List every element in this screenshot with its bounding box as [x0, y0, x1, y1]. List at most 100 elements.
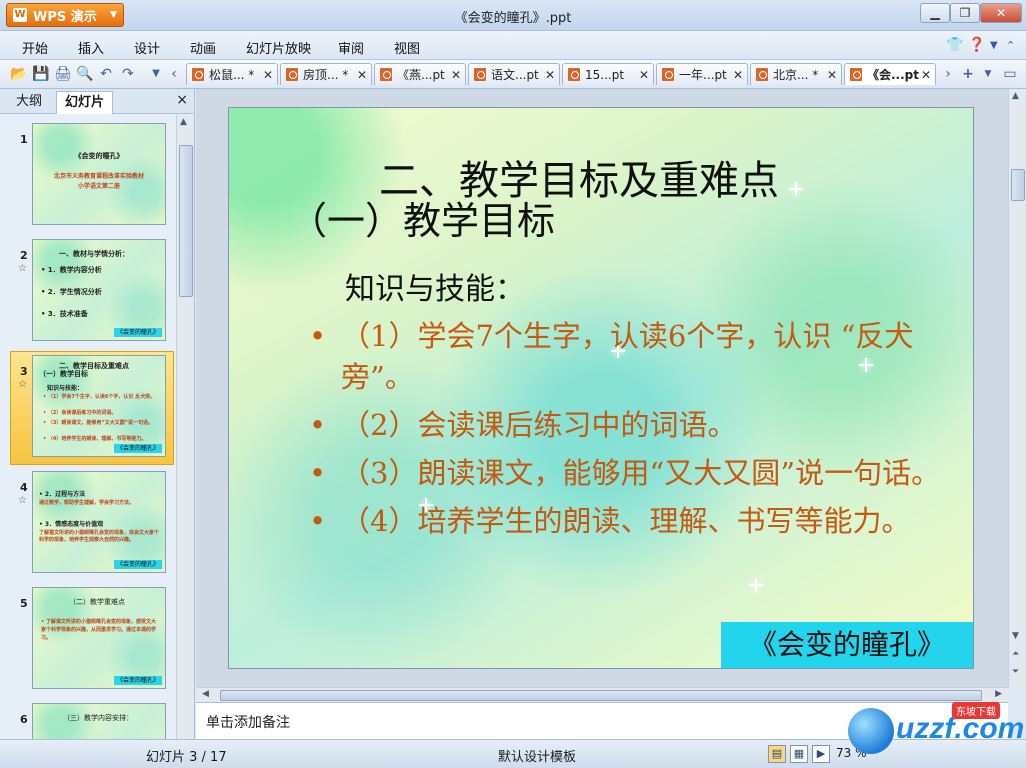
ppt-file-icon: [286, 68, 298, 81]
sparkle-decoration: [789, 182, 803, 196]
quick-toolbar: 📂 💾 🖨 🔍 ↶ ↷ ▼ ‹ 松鼠... * ✕ 房顶... * ✕ 《燕..…: [0, 60, 1026, 89]
restore-button[interactable]: ❐: [950, 3, 980, 23]
menu-bar: 开始 插入 设计 动画 幻灯片放映 审阅 视图 👕 ❓ ▼ ⌃: [0, 31, 1026, 60]
close-icon[interactable]: ✕: [827, 64, 837, 86]
thumbnail-image[interactable]: 《会变的瞳孔》 北京市义务教育课程改革实验教材 小学语文第二册: [32, 123, 166, 225]
close-icon[interactable]: ✕: [451, 64, 461, 86]
thumb-text: 通过教学，帮助学生理解，学会学习方法。: [39, 500, 135, 506]
doc-tab-7[interactable]: 北京... * ✕: [750, 63, 842, 85]
close-icon[interactable]: ✕: [545, 64, 555, 86]
globe-icon: [848, 708, 894, 754]
thumb-text: 知识与技能：: [47, 385, 84, 392]
close-icon[interactable]: ✕: [921, 64, 931, 86]
lesson-title-badge[interactable]: 《会变的瞳孔》: [721, 622, 973, 668]
scroll-right-icon[interactable]: ▶: [995, 689, 1002, 699]
thumb-text: 《会变的瞳孔》: [74, 152, 124, 160]
doc-tab-2[interactable]: 房顶... * ✕: [280, 63, 372, 85]
scroll-tabs-right-icon[interactable]: ›: [940, 66, 956, 82]
title-bar: W WPS 演示 ▼ 《会变的瞳孔》.ppt ▁ ❐ ✕: [0, 0, 1026, 31]
undo-icon[interactable]: ↶: [98, 66, 114, 82]
previous-slide-icon[interactable]: ⏶: [1012, 649, 1019, 659]
scroll-left-icon[interactable]: ◀: [202, 689, 209, 699]
menu-insert[interactable]: 插入: [78, 38, 104, 57]
chevron-down-icon[interactable]: ▼: [148, 66, 164, 82]
menu-review[interactable]: 审阅: [338, 38, 364, 57]
watermark-tag: 东坡下载: [952, 702, 1000, 719]
slides-pane: 大纲 幻灯片 × 1 《会变的瞳孔》 北京市义务教育课程改革实验教材 小学语文第…: [0, 89, 195, 739]
close-icon[interactable]: ✕: [639, 64, 649, 86]
close-window-button[interactable]: ✕: [980, 3, 1022, 23]
doc-tab-5[interactable]: 15...pt ✕: [562, 63, 654, 85]
print-preview-icon[interactable]: 🔍: [76, 66, 93, 82]
thumb-text: 一、教材与学情分析：: [59, 250, 129, 258]
menu-slideshow[interactable]: 幻灯片放映: [246, 38, 311, 57]
doc-tab-4[interactable]: 语文...pt ✕: [468, 63, 560, 85]
close-icon[interactable]: ×: [176, 92, 188, 108]
new-tab-icon[interactable]: +: [960, 66, 976, 82]
slideshow-icon[interactable]: ▶: [812, 745, 830, 763]
thumb-text: • （3）朗读课文，能够用“又大又圆”说一句话。: [43, 420, 153, 426]
menu-home[interactable]: 开始: [22, 38, 48, 57]
scroll-up-icon[interactable]: ▲: [180, 117, 187, 127]
minimize-button[interactable]: ▁: [920, 3, 950, 23]
close-icon[interactable]: ✕: [733, 64, 743, 86]
scrollbar-thumb[interactable]: [179, 145, 193, 297]
site-watermark-logo: uzzf.com 东坡下载: [846, 700, 1024, 764]
tab-outline[interactable]: 大纲: [8, 91, 50, 113]
slide-subtitle[interactable]: （一）教学目标: [289, 190, 555, 245]
normal-view-icon[interactable]: ▤: [768, 745, 786, 763]
slide-editing-canvas[interactable]: 二、教学目标及重难点 （一）教学目标 知识与技能： （1）学会7个生字，认读6个…: [196, 89, 1008, 687]
next-slide-icon[interactable]: ⏷: [1012, 667, 1019, 677]
doc-tab-3[interactable]: 《燕...pt ✕: [374, 63, 466, 85]
doc-tab-label: 一年...pt: [679, 68, 727, 82]
scroll-up-icon[interactable]: ▲: [1012, 91, 1019, 101]
skin-icon[interactable]: 👕: [946, 37, 963, 53]
close-icon[interactable]: ✕: [263, 64, 273, 86]
close-icon[interactable]: ✕: [357, 64, 367, 86]
doc-tab-6[interactable]: 一年...pt ✕: [656, 63, 748, 85]
tab-slides[interactable]: 幻灯片: [56, 91, 114, 114]
scroll-tabs-left-icon[interactable]: ‹: [166, 66, 182, 82]
scrollbar-thumb[interactable]: [1011, 169, 1025, 201]
thumb-badge: 《会变的瞳孔》: [113, 560, 162, 569]
menu-design[interactable]: 设计: [134, 38, 160, 57]
chevron-down-icon[interactable]: ▼: [990, 40, 998, 51]
thumb-text: • （4）培养学生的朗读、理解、书写等能力。: [43, 436, 147, 442]
doc-tab-1[interactable]: 松鼠... * ✕: [186, 63, 278, 85]
ppt-file-icon: [756, 68, 768, 81]
thumbnail-image[interactable]: 二、教学目标及重难点 （一）教学目标 知识与技能： • （1）学会7个生字，认读…: [32, 355, 166, 457]
print-icon[interactable]: 🖨: [54, 66, 72, 82]
thumb-text: • 3．情感态度与价值观: [39, 521, 104, 528]
vertical-scrollbar[interactable]: ▲ ▼ ⏶ ⏷: [1008, 89, 1026, 687]
chevron-down-icon[interactable]: ▼: [980, 66, 996, 82]
doc-tab-label: 北京... *: [773, 68, 819, 82]
section-heading[interactable]: 知识与技能：: [345, 264, 525, 308]
help-icon[interactable]: ❓: [968, 37, 985, 53]
ppt-file-icon: [380, 68, 392, 81]
design-template-name[interactable]: 默认设计模板: [498, 746, 576, 765]
current-slide[interactable]: 二、教学目标及重难点 （一）教学目标 知识与技能： （1）学会7个生字，认读6个…: [228, 107, 974, 669]
collapse-ribbon-icon[interactable]: ⌃: [1006, 39, 1015, 52]
menu-animation[interactable]: 动画: [190, 38, 216, 57]
slide-sorter-icon[interactable]: ▦: [790, 745, 808, 763]
bullet-list[interactable]: （1）学会7个生字，认读6个字，认识 “反犬旁”。 （2）会读课后练习中的词语。…: [309, 316, 969, 549]
notes-placeholder[interactable]: 单击添加备注: [206, 712, 290, 732]
ppt-file-icon: [662, 68, 674, 81]
animation-star-icon: ☆: [18, 263, 27, 274]
doc-tab-active[interactable]: 《会...pt ✕: [844, 63, 936, 85]
thumb-text: • （2）会读课后练习中的词语。: [43, 410, 117, 416]
redo-icon[interactable]: ↷: [120, 66, 136, 82]
open-icon[interactable]: 📂: [10, 66, 27, 82]
thumbnail-image[interactable]: （二）教学重难点 • 了解课文所讲的小猫眼睛孔会变的现象，感受文大家个科学现象的…: [32, 587, 166, 689]
menu-view[interactable]: 视图: [394, 38, 420, 57]
scroll-down-icon[interactable]: ▼: [1012, 631, 1019, 641]
thumbnail-image[interactable]: 一、教材与学情分析： • 1．教学内容分析 • 2．学生情况分析 • 3．技术准…: [32, 239, 166, 341]
tab-list-icon[interactable]: ▭: [1002, 66, 1018, 82]
thumb-text: 小学语文第二册: [77, 183, 120, 190]
thumbnail-image[interactable]: • 2．过程与方法 通过教学，帮助学生理解，学会学习方法。 • 3．情感态度与价…: [32, 471, 166, 573]
thumbnail-image[interactable]: （三）教学内容安排：: [32, 703, 166, 739]
doc-tab-label: 房顶... *: [303, 68, 349, 82]
save-icon[interactable]: 💾: [32, 66, 49, 82]
slide-counter: 幻灯片 3 / 17: [146, 750, 227, 765]
thumbnail-scrollbar[interactable]: ▲: [176, 115, 194, 739]
